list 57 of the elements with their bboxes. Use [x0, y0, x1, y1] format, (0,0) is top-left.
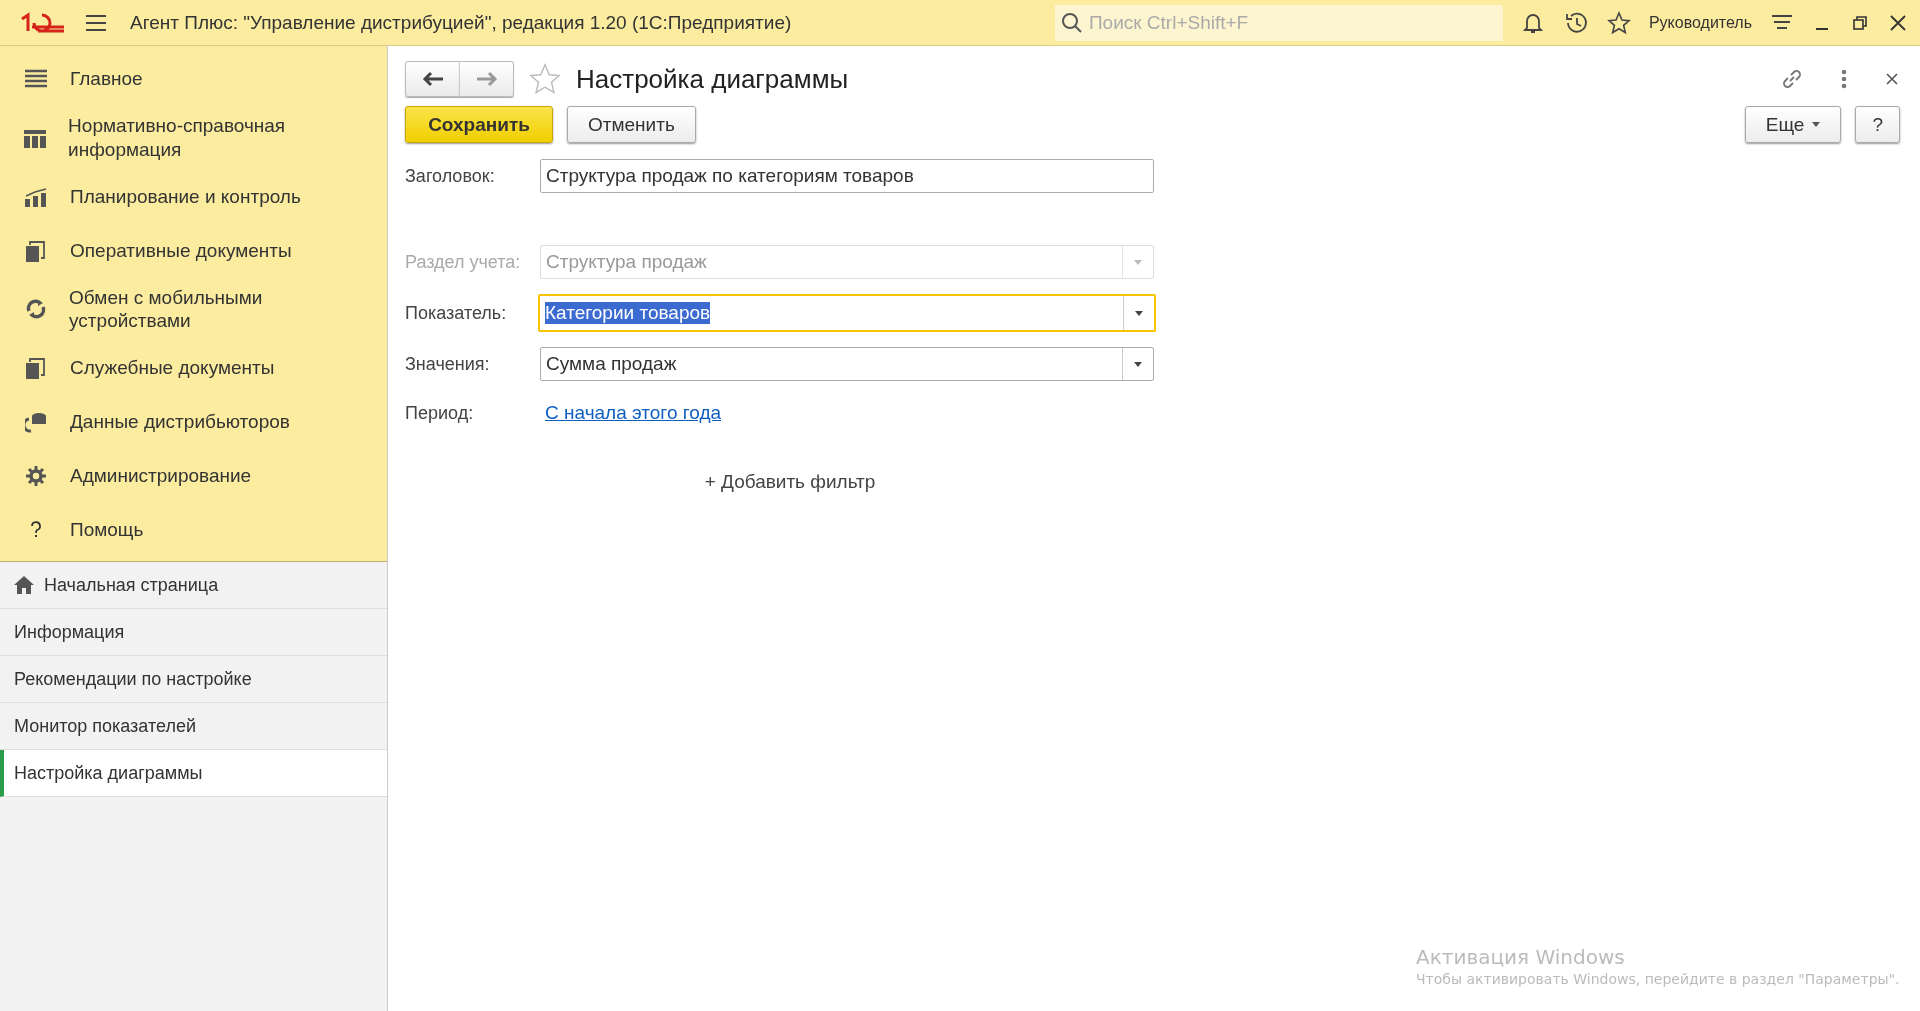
form-title: Настройка диаграммы [576, 63, 849, 95]
columns-icon [24, 127, 47, 148]
database-icon [25, 411, 47, 433]
cancel-button[interactable]: Отменить [567, 106, 696, 143]
window-title: Агент Плюс: "Управление дистрибуцией", редакция 1.20 (1С:Предприятие) [130, 11, 792, 34]
caret-icon [1134, 259, 1142, 265]
save-button[interactable]: Сохранить [405, 106, 553, 143]
menu-icon[interactable] [84, 12, 108, 33]
activation-text: Чтобы активировать Windows, перейдите в раздел "Параметры". [1416, 971, 1900, 987]
close-icon[interactable] [1884, 71, 1900, 87]
open-window-tab[interactable]: Рекомендации по настройке [0, 656, 387, 703]
section-item[interactable]: Данные дистрибьюторов [0, 395, 387, 449]
caret-icon [1134, 361, 1142, 367]
open-window-tab[interactable]: Начальная страница [0, 562, 387, 609]
arrow-left-icon [421, 71, 444, 87]
list-icon [25, 69, 47, 89]
bar-chart-icon [25, 186, 47, 207]
help-button[interactable]: ? [1855, 106, 1900, 143]
more-button[interactable]: Еще [1744, 106, 1842, 143]
add-filter-button[interactable]: + Добавить фильтр [698, 470, 882, 494]
home-icon [14, 576, 34, 594]
field-label: Период: [405, 402, 475, 424]
star-icon[interactable] [528, 62, 562, 96]
documents-icon [26, 239, 46, 262]
activation-title: Активация Windows [1416, 945, 1626, 969]
user-name[interactable]: Руководитель [1648, 13, 1752, 32]
back-button[interactable] [405, 61, 460, 97]
section-item[interactable]: Оперативные документы [0, 223, 387, 278]
field-label: Раздел учета: [405, 251, 522, 273]
close-icon[interactable] [1888, 12, 1908, 33]
section-item[interactable]: Нормативно-справочная информация [0, 106, 387, 170]
field-label: Значения: [405, 353, 491, 375]
settings-icon [25, 465, 47, 487]
open-window-tab[interactable]: Настройка диаграммы [0, 750, 387, 797]
section-item[interactable]: Администрирование [0, 449, 387, 503]
arrow-right-icon [475, 71, 498, 87]
section-item[interactable]: Обмен с мобильными устройствами [0, 277, 387, 341]
more-vertical-icon[interactable] [1840, 69, 1848, 89]
section-item[interactable]: Помощь [0, 503, 387, 557]
dropdown-field[interactable]: Сумма продаж [540, 347, 1154, 381]
section-item[interactable]: Главное [0, 52, 387, 106]
section-item[interactable]: Служебные документы [0, 341, 387, 395]
input-field[interactable]: Структура продаж по категориям товаров [540, 159, 1154, 193]
section-item[interactable]: Планирование и контроль [0, 169, 387, 224]
field-label: Заголовок: [405, 165, 496, 187]
refresh-icon [24, 298, 47, 321]
help-icon [30, 520, 42, 540]
dropdown-field[interactable]: Категории товаров [538, 294, 1156, 332]
star-icon[interactable] [1606, 10, 1631, 35]
caret-icon [1812, 122, 1821, 127]
field-label: Показатель: [405, 302, 508, 324]
caret-icon [1135, 310, 1143, 316]
open-window-tab[interactable]: Информация [0, 609, 387, 656]
link-icon[interactable] [1780, 67, 1804, 91]
search-field[interactable]: Поиск Ctrl+Shift+F [1054, 4, 1503, 41]
period-link[interactable]: С начала этого года [545, 402, 722, 424]
documents-icon [26, 357, 46, 379]
